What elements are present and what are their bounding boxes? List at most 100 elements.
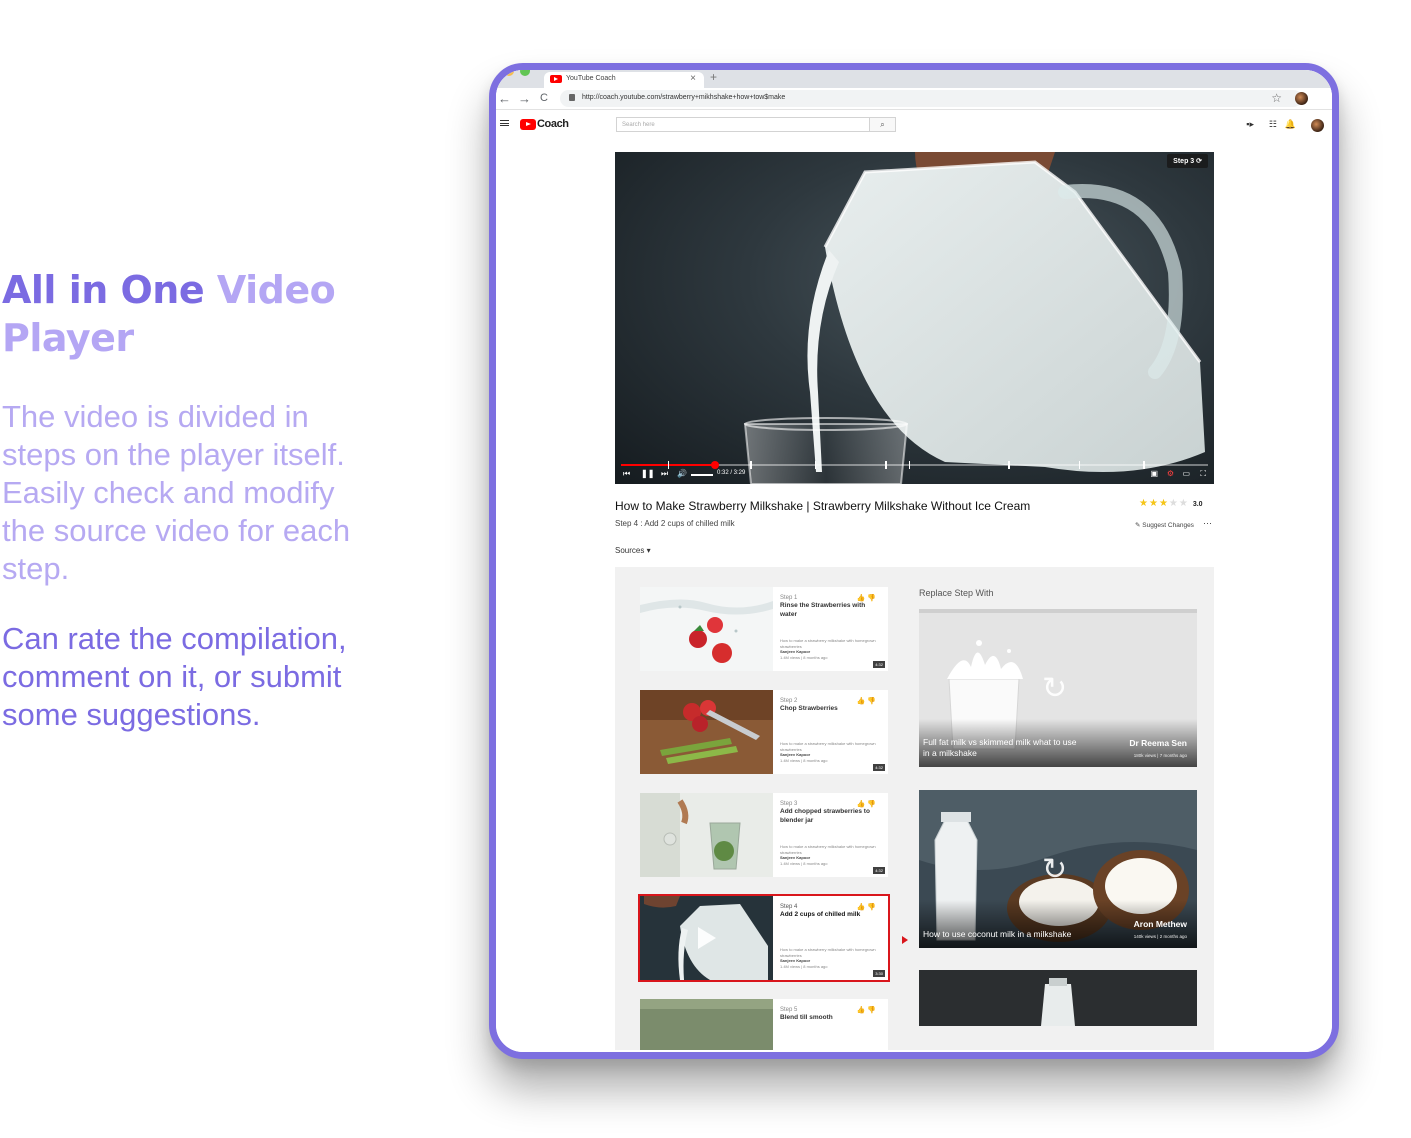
url-text: http://coach.youtube.com/strawberry+mikh… xyxy=(582,94,786,101)
source-author: Sanjeev Kapoor xyxy=(780,855,811,860)
site-header: Coach Search here ⌕ ▪▸ ☷ 🔔 xyxy=(496,114,1332,138)
replacement-title: Full fat milk vs skimmed milk what to us… xyxy=(923,737,1077,758)
chop-strawberries-thumbnail xyxy=(640,690,773,774)
step-number: Step 3 xyxy=(780,801,798,807)
replacement-author: Dr Reema Sen xyxy=(1129,738,1187,748)
rating-value: 3.0 xyxy=(1192,501,1203,508)
step-info: Step 4 Add 2 cups of chilled milk xyxy=(780,904,884,920)
star-icon[interactable]: ★ xyxy=(1159,498,1169,509)
replacement-card-3[interactable] xyxy=(919,970,1197,1026)
step-info: Step 5 Blend till smooth xyxy=(780,1007,884,1023)
search-button[interactable]: ⌕ xyxy=(869,117,896,132)
step-card-2[interactable]: 4:32 👍 👎 Step 2 Chop Strawberries How to… xyxy=(640,690,888,774)
sources-dropdown[interactable]: Sources ▾ xyxy=(615,546,651,555)
browser-tab[interactable]: YouTube Coach × xyxy=(544,72,704,88)
step-card-4-active[interactable]: 3:30 👍 👎 Step 4 Add 2 cups of chilled mi… xyxy=(638,894,890,982)
rating-stars[interactable]: ★★★★★ 3.0 xyxy=(1139,498,1203,509)
replacement-author: Aron Methew xyxy=(1133,919,1187,929)
previous-step-icon[interactable]: ⏮ xyxy=(623,469,630,479)
star-icon[interactable]: ★ xyxy=(1149,498,1159,509)
window-maximize-dot[interactable] xyxy=(520,70,530,76)
duration-badge: 4:32 xyxy=(873,661,885,668)
source-author: Sanjeev Kapoor xyxy=(780,958,811,963)
step-card-5[interactable]: 👍 👎 Step 5 Blend till smooth xyxy=(640,999,888,1050)
replacement-meta: 140k views | 2 months ago xyxy=(1133,934,1187,939)
video-player[interactable]: Step 3 ⟳ ⏮ ❚❚ ⏭ 🔊 0:32 / 3:29 ▣ ⚙ ▭ ⛶ xyxy=(615,152,1214,484)
replacement-card-2[interactable]: ↻ How to use coconut milk in a milkshake… xyxy=(919,790,1197,948)
step-source-meta: How to make a strawberry milkshake with … xyxy=(780,741,884,763)
pause-icon[interactable]: ❚❚ xyxy=(641,469,654,478)
source-description: How to make a strawberry milkshake with … xyxy=(780,844,876,855)
apps-grid-icon[interactable]: ☷ xyxy=(1269,119,1277,130)
more-options-icon[interactable]: ··· xyxy=(1203,518,1212,528)
promo-title: All in One Video Player xyxy=(2,266,372,362)
youtube-logo-icon xyxy=(520,119,536,130)
step-source-meta: How to make a strawberry milkshake with … xyxy=(780,638,884,660)
suggest-changes-button[interactable]: ✎ Suggest Changes xyxy=(1135,521,1194,529)
volume-slider[interactable] xyxy=(691,474,713,476)
swap-video-icon[interactable]: ↻ xyxy=(1042,671,1067,706)
promo-title-part1: All in One xyxy=(2,268,217,312)
step-card-3[interactable]: 4:32 👍 👎 Step 3 Add chopped strawberries… xyxy=(640,793,888,877)
duration-badge: 4:32 xyxy=(873,764,885,771)
star-icon[interactable]: ★ xyxy=(1139,498,1149,509)
tab-title: YouTube Coach xyxy=(566,75,616,82)
step-title: Add 2 cups of chilled milk xyxy=(780,911,861,918)
time-display: 0:32 / 3:29 xyxy=(717,470,746,476)
window-minimize-dot[interactable] xyxy=(504,70,514,76)
forward-arrow-icon[interactable]: → xyxy=(518,91,531,106)
source-author: Sanjeev Kapoor xyxy=(780,649,811,654)
current-step-badge[interactable]: Step 3 ⟳ xyxy=(1167,154,1208,168)
url-field[interactable]: http://coach.youtube.com/strawberry+mikh… xyxy=(560,90,1302,107)
reload-icon[interactable]: C xyxy=(540,92,548,104)
source-author: Sanjeev Kapoor xyxy=(780,752,811,757)
active-step-pointer-icon xyxy=(902,936,908,944)
step-number: Step 2 xyxy=(780,698,798,704)
browser-profile-avatar[interactable] xyxy=(1295,92,1308,105)
strawberry-rinse-thumbnail xyxy=(640,587,773,671)
lock-icon xyxy=(569,94,575,101)
step-source-meta: How to make a strawberry milkshake with … xyxy=(780,947,884,969)
youtube-favicon-icon xyxy=(550,75,562,83)
duration-badge: 3:30 xyxy=(873,970,885,977)
source-description: How to make a strawberry milkshake with … xyxy=(780,741,876,752)
replacement-card-1[interactable]: ↻ Full fat milk vs skimmed milk what to … xyxy=(919,609,1197,767)
create-video-icon[interactable]: ▪▸ xyxy=(1246,119,1254,130)
subtitles-icon[interactable]: ▣ xyxy=(1150,469,1158,478)
notifications-bell-icon[interactable]: 🔔 xyxy=(1285,119,1296,130)
swap-video-icon[interactable]: ↻ xyxy=(1042,852,1067,887)
step-card-1[interactable]: 4:32 👍 👎 Step 1 Rinse the Strawberries w… xyxy=(640,587,888,671)
step-info: Step 2 Chop Strawberries xyxy=(780,698,884,714)
duration-badge: 4:32 xyxy=(873,867,885,874)
sources-panel: 4:32 👍 👎 Step 1 Rinse the Strawberries w… xyxy=(615,567,1214,1050)
back-arrow-icon[interactable]: ← xyxy=(498,91,511,106)
next-step-icon[interactable]: ⏭ xyxy=(661,469,668,479)
blender-jar-thumbnail xyxy=(640,793,773,877)
volume-icon[interactable]: 🔊 xyxy=(677,469,687,478)
user-avatar[interactable] xyxy=(1311,119,1324,132)
source-description: How to make a strawberry milkshake with … xyxy=(780,638,876,649)
settings-gear-icon[interactable]: ⚙ xyxy=(1167,469,1174,478)
blend-smooth-thumbnail xyxy=(640,999,773,1050)
new-tab-button[interactable]: + xyxy=(710,70,717,84)
star-icon[interactable]: ★ xyxy=(1169,498,1179,509)
menu-icon[interactable] xyxy=(500,120,509,126)
step-number: Step 5 xyxy=(780,1007,798,1013)
play-icon[interactable] xyxy=(698,927,716,949)
fullscreen-icon[interactable]: ⛶ xyxy=(1200,469,1206,479)
theater-mode-icon[interactable]: ▭ xyxy=(1182,469,1190,478)
device-frame: YouTube Coach × + ← → C http://coach.you… xyxy=(489,63,1339,1059)
step-number: Step 4 xyxy=(780,904,798,910)
browser-screen: YouTube Coach × + ← → C http://coach.you… xyxy=(496,70,1332,1052)
step-title: Add chopped strawberries to blender jar xyxy=(780,808,870,824)
video-title: How to Make Strawberry Milkshake | Straw… xyxy=(615,499,1031,513)
progress-bar[interactable] xyxy=(621,461,1208,469)
browser-tabbar: YouTube Coach × + xyxy=(496,70,1332,88)
step-title: Blend till smooth xyxy=(780,1014,833,1021)
star-icon[interactable]: ★ xyxy=(1179,498,1189,509)
bookmark-star-icon[interactable]: ☆ xyxy=(1271,91,1282,105)
promo-paragraph-2: Can rate the compilation, comment on it,… xyxy=(2,621,347,732)
search-input[interactable]: Search here ⌕ xyxy=(616,117,896,132)
close-tab-icon[interactable]: × xyxy=(690,73,696,84)
replacement-title: How to use coconut milk in a milkshake xyxy=(923,929,1072,939)
